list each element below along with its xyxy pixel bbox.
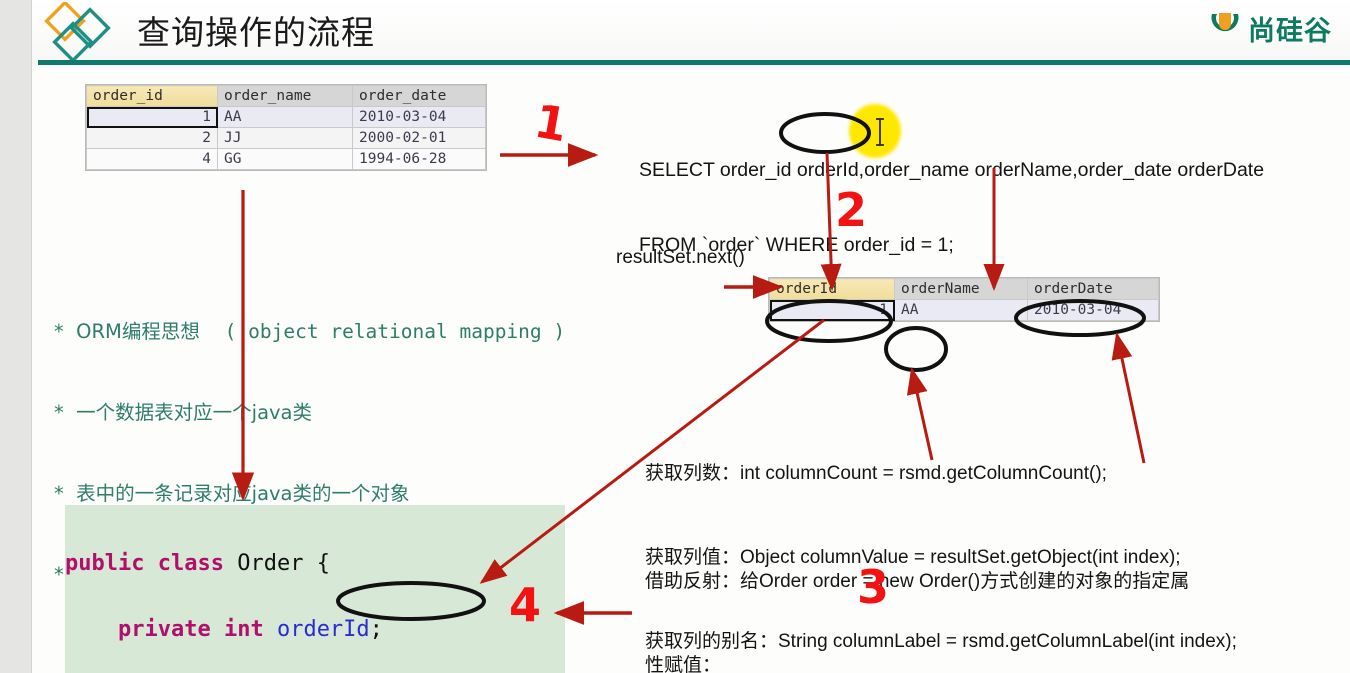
type-int: int (223, 617, 264, 642)
orm-line-1-mono: ( object relational mapping ) (224, 320, 566, 343)
table-row: 1 AA 2010-03-04 (86, 106, 486, 128)
kw-private: private (117, 617, 211, 642)
column-header-orderdate: orderDate (1027, 278, 1159, 300)
table-header-row: order_id order_name order_date (86, 85, 486, 107)
ink-number-2: 2 (835, 183, 868, 237)
slide-header: 查询操作的流程 尚硅谷 (32, 0, 1350, 66)
table-row: 4 GG 1994-06-28 (86, 148, 486, 170)
field-orderid: orderId (276, 617, 370, 642)
column-header-orderid: orderId (769, 278, 895, 300)
kw-public: public (65, 551, 145, 576)
slide-viewer: 查询操作的流程 尚硅谷 order_id order_name order_da… (0, 0, 1350, 673)
sql-line-1: SELECT order_id orderId,order_name order… (639, 159, 1265, 181)
column-header-order-date: order_date (352, 85, 486, 107)
ink-number-4: 4 (509, 578, 542, 632)
column-header-order-id: order_id (86, 85, 218, 107)
reflect-line-2: 性赋值： (645, 655, 722, 673)
type-order: Order (237, 551, 304, 576)
cell-order-date: 1994-06-28 (352, 148, 486, 170)
page-title: 查询操作的流程 (137, 13, 375, 52)
ink-number-3: 3 (857, 560, 890, 614)
reflection-notes: 借助反射：给Order order = new Order()方式创建的对象的指… (645, 512, 1189, 673)
cell-orderdate: 2010-03-04 (1027, 299, 1159, 321)
orm-line-1-prefix: * ORM编程思想 (54, 320, 225, 343)
reflect-line-1: 借助反射：给Order order = new Order()方式创建的对象的指… (645, 571, 1190, 592)
ink-ellipse-rs-aa (884, 326, 948, 372)
diamonds-logo-icon (38, 0, 120, 63)
cell-order-date: 2010-03-04 (352, 106, 486, 128)
rsmd-line-1: 获取列数：int columnCount = rsmd.getColumnCou… (645, 463, 1107, 484)
cell-order-id: 4 (86, 148, 218, 170)
code-line-1: public class Order { (65, 547, 565, 580)
orm-line-2: * 一个数据表对应一个java类 (54, 401, 313, 424)
cell-ordername: AA (894, 299, 1028, 321)
orm-line-1: * ORM编程思想 ( object relational mapping ) (54, 318, 565, 345)
cell-order-id: 1 (86, 106, 218, 128)
header-rule (38, 60, 1350, 65)
cell-orderid: 1 (769, 299, 895, 321)
table-row: 2 JJ 2000-02-01 (86, 127, 486, 149)
resultset-next-label: resultSet.next() (616, 247, 745, 268)
column-header-order-name: order_name (217, 85, 353, 107)
java-code-block: public class Order { private int orderId… (65, 505, 565, 673)
orm-line-3: * 表中的一条记录对应java类的一个对象 (54, 482, 410, 505)
atguigu-u-icon (1209, 10, 1241, 47)
brand-name: 尚硅谷 (1248, 16, 1332, 47)
kw-class: class (157, 551, 224, 576)
text-cursor-icon (875, 118, 885, 146)
cell-order-name: JJ (217, 127, 353, 149)
table-row: 1 AA 2010-03-04 (769, 299, 1159, 321)
ink-number-1: 1 (530, 93, 572, 153)
slide-canvas: 查询操作的流程 尚硅谷 order_id order_name order_da… (32, 0, 1350, 673)
cell-order-name: GG (217, 148, 353, 170)
table-header-row: orderId orderName orderDate (769, 278, 1159, 300)
brace-open: { (316, 551, 330, 576)
code-line-2: private int orderId; (65, 613, 565, 646)
cell-order-date: 2000-02-01 (352, 127, 486, 149)
brand-logo: 尚硅谷 (1209, 9, 1332, 48)
order-source-table: order_id order_name order_date 1 AA 2010… (86, 85, 486, 170)
semicolon: ; (369, 617, 383, 642)
left-gutter (0, 0, 32, 673)
cell-order-id: 2 (86, 127, 218, 149)
resultset-table: orderId orderName orderDate 1 AA 2010-03… (769, 278, 1159, 321)
column-header-ordername: orderName (894, 278, 1028, 300)
cell-order-name: AA (217, 106, 353, 128)
